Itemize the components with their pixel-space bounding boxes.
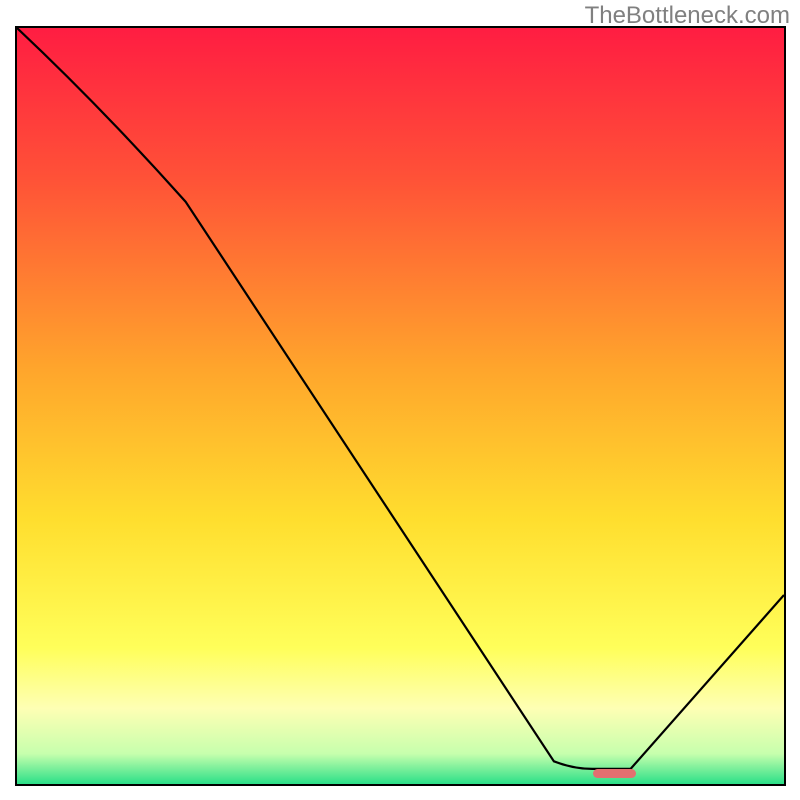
chart-container: TheBottleneck.com bbox=[0, 0, 800, 800]
watermark-text: TheBottleneck.com bbox=[585, 2, 790, 30]
plot-area bbox=[15, 26, 786, 786]
optimal-range-marker bbox=[593, 769, 636, 778]
bottleneck-curve bbox=[17, 28, 784, 784]
